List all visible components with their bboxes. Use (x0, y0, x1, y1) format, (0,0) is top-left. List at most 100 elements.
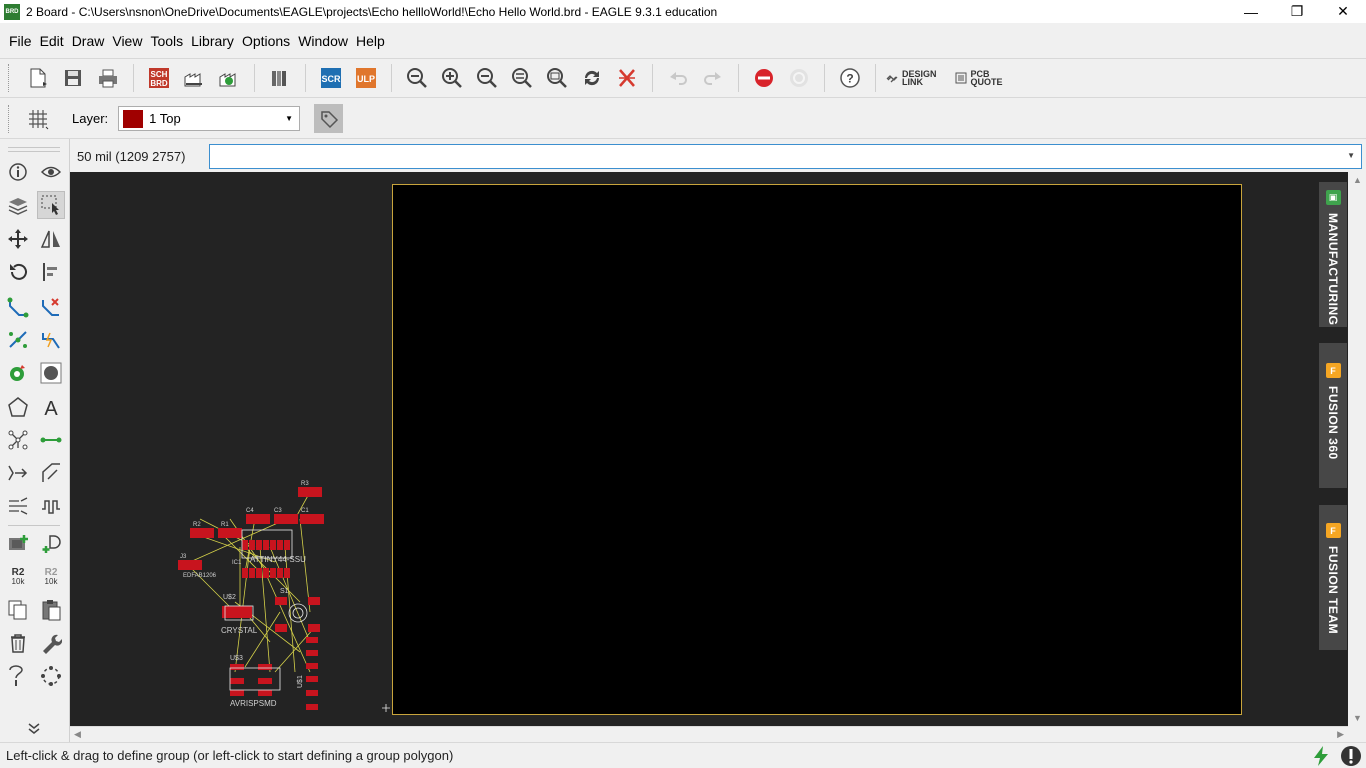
expand-palette-icon[interactable] (20, 714, 48, 742)
smd-pad[interactable] (308, 624, 320, 632)
chevron-down-icon[interactable]: ▼ (1347, 151, 1355, 160)
close-button[interactable]: ✕ (1320, 0, 1366, 23)
smd-pad[interactable] (275, 597, 287, 605)
smash-value-tool[interactable]: R2 10k (37, 563, 65, 591)
unplaced-parts[interactable]: R3 C4 C3 C1 R2 R1 IC1 ATTINY44-SSU J3 ED… (70, 172, 400, 726)
sch-brd-switch-icon[interactable]: SCH BRD (144, 63, 174, 93)
smd-pad[interactable] (306, 637, 318, 643)
mirror-icon[interactable] (37, 225, 65, 253)
command-line[interactable]: ▼ (209, 143, 1362, 169)
paste-icon[interactable] (37, 596, 65, 624)
stop-icon[interactable] (749, 63, 779, 93)
new-file-icon[interactable] (23, 63, 53, 93)
smd-pad[interactable] (306, 690, 318, 696)
design-link-button[interactable]: DESIGN LINK (886, 70, 937, 87)
go-icon[interactable] (784, 63, 814, 93)
wire-icon[interactable] (37, 426, 65, 454)
smd-pad[interactable] (256, 568, 262, 578)
smd-pad[interactable] (306, 663, 318, 669)
scroll-up-icon[interactable]: ▲ (1353, 175, 1362, 185)
via-icon[interactable] (4, 359, 32, 387)
minimize-button[interactable]: — (1228, 0, 1274, 23)
menu-view[interactable]: View (108, 33, 146, 49)
smd-pad[interactable] (308, 597, 320, 605)
wave-icon[interactable] (37, 492, 65, 520)
menu-edit[interactable]: Edit (36, 33, 68, 49)
rotate-icon[interactable] (4, 258, 32, 286)
zoom-in-icon[interactable] (437, 63, 467, 93)
smd-pad[interactable] (190, 528, 214, 538)
menu-draw[interactable]: Draw (68, 33, 109, 49)
signal-icon[interactable] (4, 426, 32, 454)
route-icon[interactable] (4, 293, 32, 321)
change-wrench-icon[interactable] (37, 629, 65, 657)
text-icon[interactable]: A (37, 393, 65, 421)
add-part-icon[interactable] (4, 529, 32, 557)
show-eye-icon[interactable] (37, 158, 65, 186)
tag-icon[interactable] (314, 104, 344, 133)
info-icon[interactable] (4, 158, 32, 186)
param-toolbar-grip[interactable] (8, 104, 11, 133)
smd-pad[interactable] (306, 704, 318, 710)
command-input[interactable] (210, 144, 1330, 168)
smd-pad[interactable] (284, 568, 290, 578)
menu-library[interactable]: Library (187, 33, 238, 49)
smd-pad[interactable] (306, 650, 318, 656)
smd-pad[interactable] (230, 664, 244, 670)
restore-button[interactable]: ❐ (1274, 0, 1320, 23)
ulp-icon[interactable]: ULP (351, 63, 381, 93)
redraw-icon[interactable] (577, 63, 607, 93)
smd-pad[interactable] (230, 678, 244, 684)
menu-file[interactable]: File (5, 33, 36, 49)
ripup-polygon-icon[interactable] (37, 662, 65, 690)
save-icon[interactable] (58, 63, 88, 93)
manufacturing-panel-tab[interactable]: ▣ MANUFACTURING (1319, 182, 1347, 327)
board-outline[interactable] (392, 184, 1242, 715)
smd-pad[interactable] (270, 568, 276, 578)
undo-icon[interactable] (663, 63, 693, 93)
smd-pad[interactable] (249, 540, 255, 550)
smd-pad[interactable] (300, 514, 324, 524)
add-device-icon[interactable] (37, 529, 65, 557)
grid-icon[interactable] (23, 104, 53, 134)
help-icon[interactable]: ? (835, 63, 865, 93)
ratsnest-icon[interactable] (612, 63, 642, 93)
vertical-scrollbar[interactable]: ▲ ▼ (1348, 172, 1366, 726)
menu-tools[interactable]: Tools (146, 33, 187, 49)
smd-pad[interactable] (284, 540, 290, 550)
smd-pad[interactable] (242, 568, 248, 578)
smd-pad[interactable] (270, 540, 276, 550)
smd-pad[interactable] (275, 624, 287, 632)
delete-icon[interactable] (4, 629, 32, 657)
align-icon[interactable] (37, 258, 65, 286)
smd-pad[interactable] (263, 568, 269, 578)
optimize-route-icon[interactable] (37, 326, 65, 354)
fusion-360-panel-tab[interactable]: F FUSION 360 (1319, 343, 1347, 488)
fusion-team-panel-tab[interactable]: F FUSION TEAM (1319, 505, 1347, 650)
name-tool-icon[interactable] (4, 662, 32, 690)
smd-pad[interactable] (298, 487, 322, 497)
autorouter-icon[interactable] (4, 326, 32, 354)
menu-help[interactable]: Help (352, 33, 389, 49)
meander-icon[interactable] (4, 492, 32, 520)
toolbar-grip[interactable] (8, 64, 11, 92)
script-icon[interactable]: SCR (316, 63, 346, 93)
zoom-previous-icon[interactable] (507, 63, 537, 93)
cam-processor-icon[interactable] (179, 63, 209, 93)
smd-pad[interactable] (178, 560, 202, 570)
polygon-icon[interactable] (4, 393, 32, 421)
menu-options[interactable]: Options (238, 33, 294, 49)
group-select-icon[interactable] (37, 191, 65, 219)
hole-icon[interactable] (37, 359, 65, 387)
smd-pad[interactable] (246, 514, 270, 524)
scroll-left-icon[interactable]: ◀ (74, 729, 81, 740)
zoom-fit-icon[interactable] (402, 63, 432, 93)
smd-pad[interactable] (258, 678, 272, 684)
display-layers-icon[interactable] (4, 191, 32, 219)
print-icon[interactable] (93, 63, 123, 93)
smd-pad[interactable] (258, 690, 272, 696)
horizontal-scrollbar[interactable]: ◀ ▶ (70, 726, 1348, 742)
smd-pad[interactable] (218, 528, 242, 538)
lightning-icon[interactable] (1310, 745, 1332, 767)
copy-icon[interactable] (4, 596, 32, 624)
